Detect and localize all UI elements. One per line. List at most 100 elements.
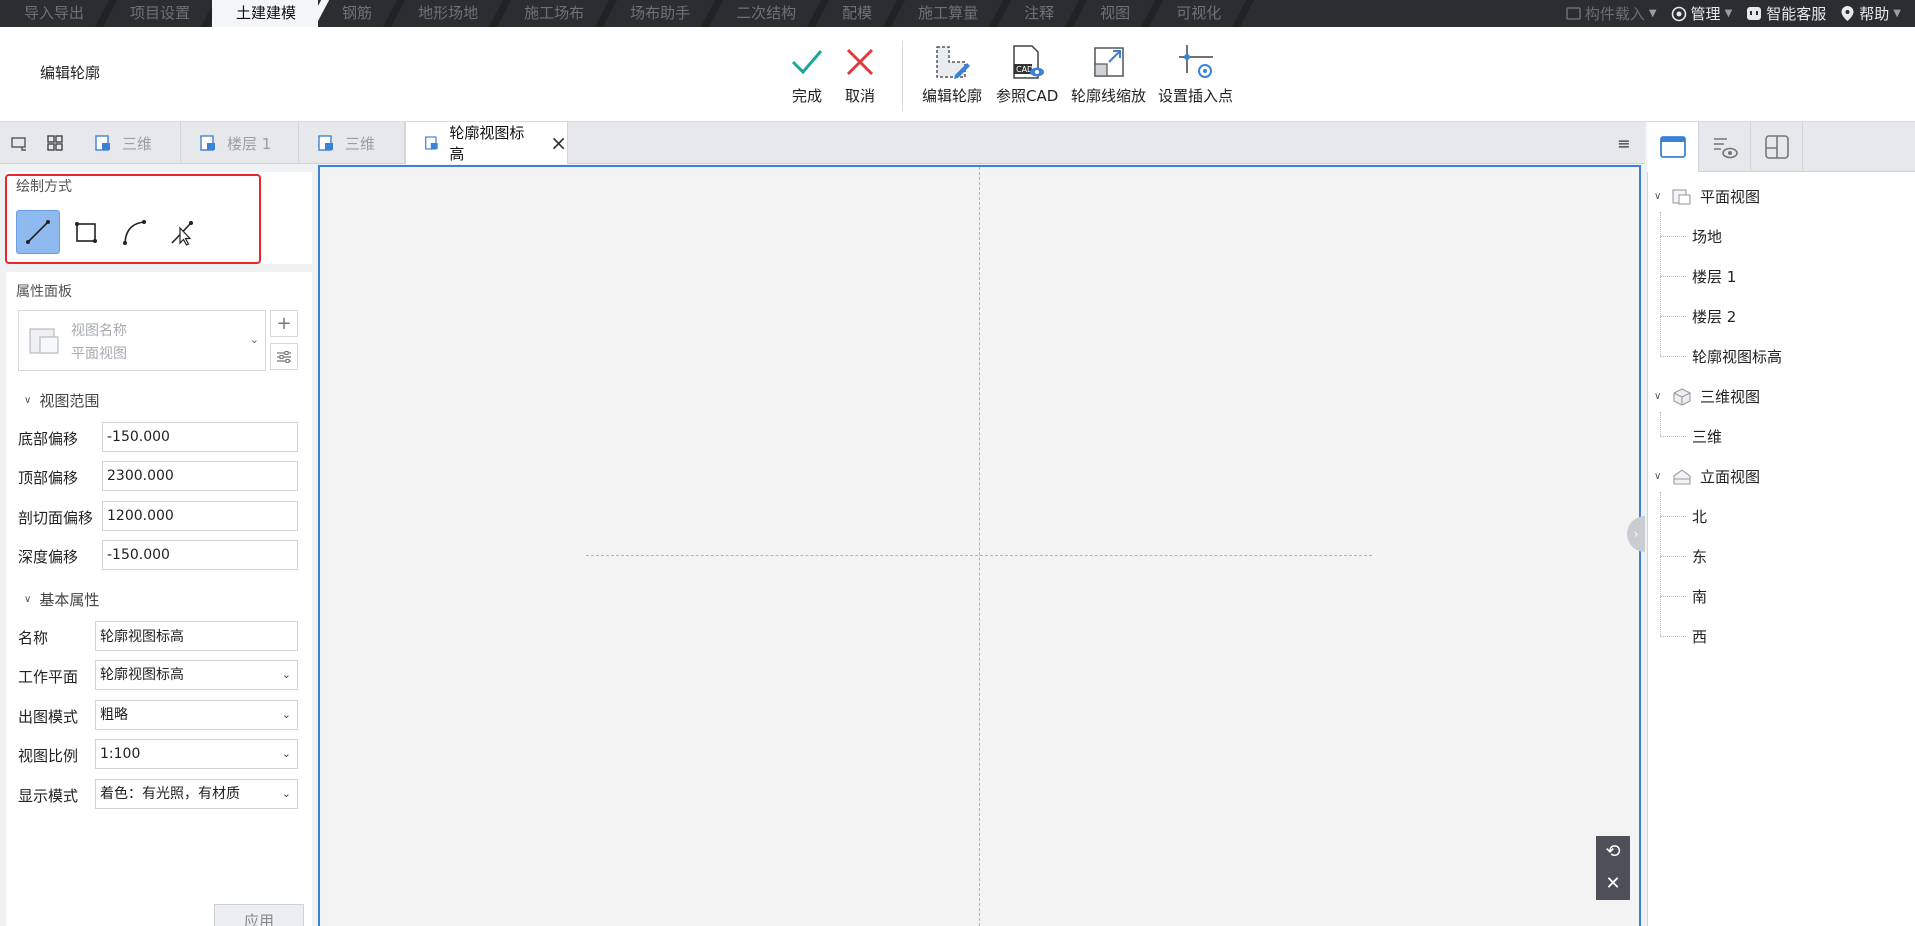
tree-item-north[interactable]: 北 (1692, 506, 1707, 527)
tab-layout[interactable] (1751, 122, 1803, 172)
tree-node-3d-views[interactable]: ∨ 三维视图 (1654, 386, 1760, 407)
name-input[interactable] (95, 621, 298, 651)
tab-view-browser[interactable] (1647, 122, 1699, 172)
service-label: 智能客服 (1766, 5, 1827, 23)
edit-outline-icon (932, 43, 972, 81)
menu-tab-project-settings[interactable]: 项目设置 (106, 0, 212, 27)
menu-tab-import-export[interactable]: 导入导出 (0, 0, 106, 27)
tab-floor-1[interactable]: 楼层 1 (181, 122, 299, 164)
ref-cad-button[interactable]: CAD 参照CAD (996, 43, 1058, 106)
tree-item-east[interactable]: 东 (1692, 546, 1707, 567)
apply-button[interactable]: 应用 (214, 904, 304, 926)
help-menu[interactable]: 帮助 ▼ (1840, 3, 1901, 24)
tree-item-floor-1[interactable]: 楼层 1 (1692, 266, 1736, 287)
tree-label: 三维视图 (1700, 388, 1761, 406)
menu-tab-terrain[interactable]: 地形场地 (394, 0, 500, 27)
tab-3d-2[interactable]: 三维 (299, 122, 405, 164)
view-range-title: 视图范围 (39, 392, 100, 410)
menu-tab-site-layout[interactable]: 施工场布 (500, 0, 606, 27)
chevron-down-icon: ⌄ (281, 787, 291, 800)
cube-icon (1673, 387, 1691, 406)
finish-button[interactable]: 完成 (787, 43, 827, 106)
tree-label: 立面视图 (1700, 468, 1761, 486)
cut-plane-offset-label: 剖切面偏移 (18, 509, 94, 527)
tree-item-south[interactable]: 南 (1692, 586, 1707, 607)
tree-item-site[interactable]: 场地 (1692, 226, 1722, 247)
tree-guide-tick (1660, 236, 1686, 237)
component-load-menu[interactable]: 构件载入 ▼ (1566, 3, 1657, 24)
view-doc-icon (200, 135, 215, 151)
menu-tab-annotation[interactable]: 注释 (1000, 0, 1076, 27)
view-browser-tabs (1647, 122, 1915, 172)
tab-menu-icon[interactable]: ≡ (1613, 132, 1635, 154)
menu-tab-rebar[interactable]: 钢筋 (318, 0, 394, 27)
tree-item-floor-2[interactable]: 楼层 2 (1692, 306, 1736, 327)
menu-tab-civil-modeling[interactable]: 土建建模 (212, 0, 319, 27)
floating-toolbar: ⟲ ✕ (1596, 836, 1630, 900)
tree-item-west[interactable]: 西 (1692, 626, 1707, 647)
ribbon: 编辑轮廓 完成 取消 编辑轮廓 CAD 参照CAD 轮廓线缩放 设置插入点 (0, 27, 1915, 122)
view-scale-select[interactable]: 1:100 ⌄ (95, 739, 298, 769)
set-insert-point-button[interactable]: 设置插入点 (1158, 43, 1233, 106)
tree-guide-tick (1660, 596, 1686, 597)
help-pin-icon (1841, 6, 1854, 21)
basic-properties-group[interactable]: ∨ 基本属性 (24, 589, 99, 610)
menu-tab-visualization[interactable]: 可视化 (1152, 0, 1243, 27)
tree-node-elevation-views[interactable]: ∨ 立面视图 (1654, 466, 1760, 487)
manage-menu[interactable]: 管理 ▼ (1671, 3, 1732, 24)
close-icon[interactable]: ✕ (1605, 875, 1620, 893)
menu-tabs: 导入导出 项目设置 土建建模 钢筋 地形场地 施工场布 场布助手 二次结构 配模… (0, 0, 1243, 27)
tab-3d-1[interactable]: 三维 (76, 122, 181, 164)
help-label: 帮助 (1859, 5, 1890, 23)
view-type-select[interactable]: 视图名称 平面视图 ⌄ (18, 310, 266, 371)
tab-outline-view-level[interactable]: 轮廓视图标高 × (405, 122, 568, 164)
cad-eye-icon: CAD (1007, 43, 1047, 81)
insert-point-icon (1176, 43, 1216, 81)
tree-node-plan-views[interactable]: ∨ 平面视图 (1654, 186, 1760, 207)
work-plane-value: 轮廓视图标高 (100, 667, 184, 683)
tree-item-outline-view-level[interactable]: 轮廓视图标高 (1692, 346, 1782, 367)
output-mode-select[interactable]: 粗略 ⌄ (95, 700, 298, 730)
tree-guide-tick (1660, 436, 1686, 437)
display-mode-select[interactable]: 着色：有光照，有材质 ⌄ (95, 779, 298, 809)
close-icon[interactable]: × (550, 131, 567, 155)
tree-guide-line (1660, 412, 1661, 436)
service-button[interactable]: 智能客服 (1746, 3, 1826, 24)
menu-tab-quantity[interactable]: 施工算量 (894, 0, 1000, 27)
plus-icon: + (276, 313, 292, 334)
tab-visibility[interactable] (1699, 122, 1751, 172)
menu-tab-layout-assistant[interactable]: 场布助手 (606, 0, 712, 27)
outline-scale-button[interactable]: 轮廓线缩放 (1071, 43, 1146, 106)
crosshair-vertical-axis (979, 167, 980, 926)
menubar-right: 构件载入 ▼ 管理 ▼ 智能客服 帮助 ▼ (1566, 0, 1915, 27)
chevron-down-icon: ∨ (24, 395, 32, 406)
bottom-offset-input[interactable] (102, 422, 298, 452)
cut-plane-offset-input[interactable] (102, 501, 298, 531)
chevron-down-icon: ∨ (24, 594, 32, 605)
elevation-house-icon (1673, 468, 1691, 485)
restore-window-icon[interactable] (10, 134, 28, 152)
view-name-value: 平面视图 (71, 346, 127, 362)
edit-outline-button[interactable]: 编辑轮廓 (922, 43, 982, 106)
tab-label: 楼层 1 (227, 134, 272, 153)
view-range-group[interactable]: ∨ 视图范围 (24, 390, 99, 411)
view-doc-icon (95, 135, 110, 151)
tree-guide-tick (1660, 276, 1686, 277)
cancel-button[interactable]: 取消 (840, 43, 880, 106)
cancel-label: 取消 (844, 87, 875, 105)
tree-item-3d[interactable]: 三维 (1692, 426, 1722, 447)
menu-tab-view[interactable]: 视图 (1076, 0, 1152, 27)
undo-icon[interactable]: ⟲ (1605, 843, 1620, 861)
work-plane-select[interactable]: 轮廓视图标高 ⌄ (95, 660, 298, 690)
chevron-down-icon: ∨ (1654, 471, 1662, 482)
tab-label: 轮廓视图标高 (449, 124, 525, 163)
menu-tab-formwork[interactable]: 配模 (818, 0, 894, 27)
menu-tab-secondary-structure[interactable]: 二次结构 (712, 0, 818, 27)
grid-layout-icon[interactable] (46, 134, 64, 152)
view-settings-button[interactable] (270, 343, 298, 370)
draw-mode-highlight-box (5, 174, 261, 264)
depth-offset-input[interactable] (102, 540, 298, 570)
output-mode-label: 出图模式 (18, 708, 79, 726)
add-view-button[interactable]: + (270, 310, 298, 337)
top-offset-input[interactable] (102, 461, 298, 491)
